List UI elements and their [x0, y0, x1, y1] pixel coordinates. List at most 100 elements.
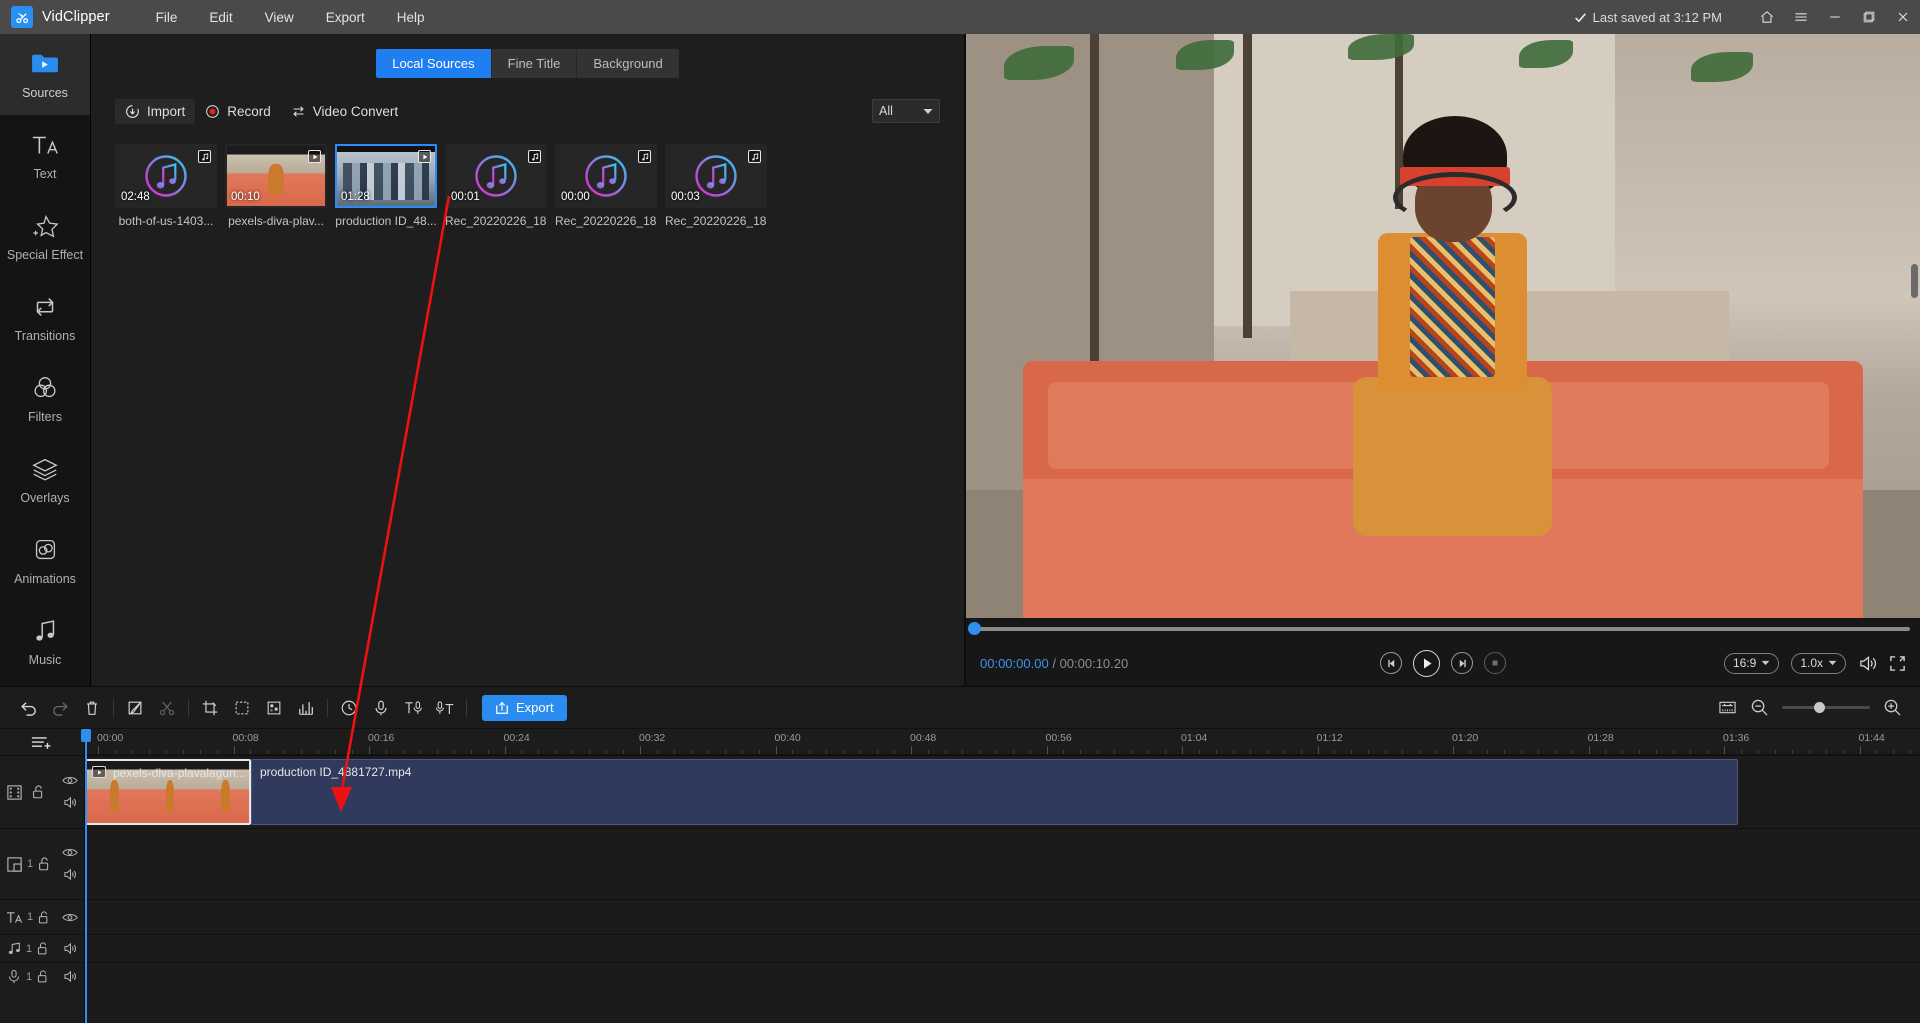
media-item[interactable]: 02:48 both-of-us-1403... — [115, 144, 217, 228]
menu-file[interactable]: File — [140, 4, 194, 31]
timeline-track-text[interactable] — [85, 899, 1920, 934]
menu-edit[interactable]: Edit — [193, 4, 248, 31]
undo-button[interactable] — [12, 692, 44, 724]
timeline-clip[interactable]: production ID_4881727.mp4 — [251, 759, 1738, 825]
timeline-zoom-knob[interactable] — [1814, 702, 1825, 713]
video-convert-button[interactable]: Video Convert — [281, 99, 408, 124]
speaker-icon[interactable] — [63, 970, 78, 983]
media-filter-select[interactable]: All — [872, 99, 940, 123]
sidebar-item-overlays[interactable]: Overlays — [0, 439, 90, 520]
ruler-major-tick — [504, 746, 506, 754]
voiceover-button[interactable] — [365, 692, 397, 724]
menu-view[interactable]: View — [249, 4, 310, 31]
redo-button[interactable] — [44, 692, 76, 724]
close-button[interactable] — [1886, 0, 1920, 34]
speaker-icon[interactable] — [63, 796, 78, 809]
ruler-minor-tick — [199, 750, 201, 754]
unlock-icon[interactable] — [36, 969, 50, 984]
fit-timeline-button[interactable] — [1718, 699, 1737, 716]
sidebar-item-filters[interactable]: Filters — [0, 358, 90, 439]
edit-button[interactable] — [119, 692, 151, 724]
mosaic-button[interactable] — [258, 692, 290, 724]
menu-button[interactable] — [1784, 0, 1818, 34]
media-item[interactable]: 00:01 Rec_20220226_18... — [445, 144, 547, 228]
split-button[interactable] — [151, 692, 183, 724]
tab-fine-title[interactable]: Fine Title — [491, 49, 578, 78]
export-button[interactable]: Export — [482, 694, 567, 721]
minimize-button[interactable] — [1818, 0, 1852, 34]
video-stage[interactable] — [966, 34, 1920, 618]
speaker-icon[interactable] — [63, 942, 78, 955]
preview-scrollbar[interactable] — [1911, 264, 1918, 298]
mask-button[interactable] — [226, 692, 258, 724]
timeline-clip[interactable]: pexels-diva-plavalagun... — [85, 759, 251, 825]
track-header-music[interactable]: 1 — [0, 934, 84, 962]
playback-speed-select[interactable]: 1.0x — [1791, 652, 1846, 674]
speech-to-text-button[interactable] — [429, 692, 461, 724]
crop-button[interactable] — [194, 692, 226, 724]
ruler-minor-tick — [318, 750, 320, 754]
delete-button[interactable] — [76, 692, 108, 724]
main-content-row: Sources Text Special Effect Transitions — [0, 34, 1920, 686]
timeline-panel: Export 1 1 1 1 00:00 00:08 00:16 00:24 0… — [0, 686, 1920, 1023]
timeline-track-music[interactable] — [85, 934, 1920, 962]
unlock-icon[interactable] — [37, 856, 52, 872]
sidebar-item-music[interactable]: Music — [0, 601, 90, 682]
eye-icon[interactable] — [62, 775, 78, 786]
ruler-minor-tick — [1825, 750, 1827, 754]
tab-background[interactable]: Background — [577, 49, 679, 78]
play-button[interactable] — [1413, 649, 1440, 677]
ruler-minor-tick — [792, 750, 794, 754]
media-item[interactable]: 00:00 Rec_20220226_18... — [555, 144, 657, 228]
timeline-canvas[interactable]: 00:00 00:08 00:16 00:24 00:32 00:40 00:48 00:56… — [81, 729, 1920, 1023]
seek-track[interactable] — [977, 627, 1910, 631]
sidebar-item-sources[interactable]: Sources — [0, 34, 90, 115]
audio-wave-button[interactable] — [290, 692, 322, 724]
speed-button[interactable] — [333, 692, 365, 724]
next-frame-button[interactable] — [1451, 652, 1473, 674]
timeline-track-video[interactable]: pexels-diva-plavalagun... production ID_… — [85, 755, 1920, 828]
menu-export[interactable]: Export — [310, 4, 381, 31]
maximize-button[interactable] — [1852, 0, 1886, 34]
aspect-ratio-select[interactable]: 16:9 — [1723, 652, 1780, 674]
seek-handle[interactable] — [968, 622, 981, 635]
record-button[interactable]: Record — [195, 99, 281, 124]
sidebar-item-text[interactable]: Text — [0, 115, 90, 196]
menu-help[interactable]: Help — [381, 4, 441, 31]
eye-icon[interactable] — [62, 912, 78, 923]
home-button[interactable] — [1750, 0, 1784, 34]
media-item[interactable]: 00:10 pexels-diva-plav... — [225, 144, 327, 228]
timecode-display: 00:00:00.00 / 00:00:10.20 — [980, 656, 1128, 671]
sidebar-item-special-effect[interactable]: Special Effect — [0, 196, 90, 277]
track-header-voice[interactable]: 1 — [0, 962, 84, 990]
speaker-icon[interactable] — [63, 868, 78, 881]
timeline-track-voice[interactable] — [85, 962, 1920, 990]
stop-button[interactable] — [1484, 652, 1506, 674]
media-item[interactable]: 00:03 Rec_20220226_18... — [665, 144, 767, 228]
zoom-out-button[interactable] — [1750, 698, 1769, 717]
sidebar-item-transitions[interactable]: Transitions — [0, 277, 90, 358]
fullscreen-button[interactable] — [1889, 655, 1906, 672]
timeline-playhead[interactable] — [81, 729, 91, 1023]
timeline-zoom-slider[interactable] — [1782, 702, 1870, 713]
track-header-video[interactable] — [0, 755, 84, 828]
unlock-icon[interactable] — [37, 910, 51, 925]
import-button[interactable]: Import — [115, 98, 196, 124]
timeline-ruler[interactable]: 00:00 00:08 00:16 00:24 00:32 00:40 00:48 00:56… — [85, 729, 1920, 755]
timeline-track-overlay[interactable] — [85, 828, 1920, 899]
track-header-text[interactable]: 1 — [0, 899, 84, 934]
prev-frame-button[interactable] — [1380, 652, 1402, 674]
volume-button[interactable] — [1858, 655, 1877, 672]
zoom-in-button[interactable] — [1883, 698, 1902, 717]
preview-seek-bar[interactable] — [966, 618, 1920, 640]
unlock-icon[interactable] — [31, 784, 46, 800]
media-item-selected[interactable]: 01:28 production ID_48... — [335, 144, 437, 228]
sidebar-item-animations[interactable]: Animations — [0, 520, 90, 601]
tab-local-sources[interactable]: Local Sources — [376, 49, 492, 78]
ruler-label: 00:24 — [503, 732, 530, 744]
track-header-overlay[interactable]: 1 — [0, 828, 84, 899]
add-track-button[interactable] — [0, 729, 84, 755]
text-to-speech-button[interactable] — [397, 692, 429, 724]
unlock-icon[interactable] — [36, 941, 50, 956]
eye-icon[interactable] — [62, 847, 78, 858]
